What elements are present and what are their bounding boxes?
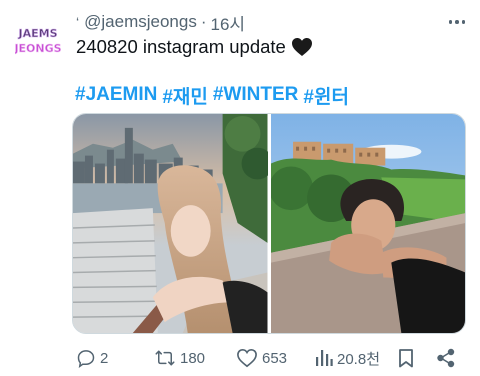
user-handle[interactable]: @jaemsjeongs [84,12,197,32]
retweet-count: 180 [180,349,206,367]
black-heart-icon [291,37,313,57]
tweet-header: ‘ @jaemsjeongs · 16시 [76,10,440,35]
avatar-logo: JAEMS JEONGS [15,27,61,56]
views-button[interactable]: 20.8천 [315,344,380,372]
hashtag-row: #JAEMIN #재민 #WINTER #윈터 [75,82,354,109]
photo-winter[interactable] [73,114,268,333]
bookmark-icon [397,348,415,368]
like-button[interactable]: 653 [236,344,287,372]
view-count: 20.8천 [337,350,380,368]
tweet-time[interactable]: 16시 [211,10,246,35]
bookmark-button[interactable] [397,344,415,372]
share-icon [436,348,456,368]
more-options-icon[interactable] [446,12,468,32]
reply-icon [76,348,96,368]
like-count: 653 [262,349,288,367]
photo-jaemin[interactable] [270,114,465,333]
tweet-text-body: 240820 instagram update [76,36,286,57]
separator-dot: · [200,12,207,31]
tweet-actions: 2 180 653 20.8천 [72,344,466,372]
avatar-text-line1: JAEMS [18,27,58,40]
hashtag-winter[interactable]: #WINTER [213,84,299,106]
share-button[interactable] [436,344,456,372]
retweet-button[interactable]: 180 [154,344,205,372]
heart-icon [236,348,258,368]
hashtag-jaemin-kr[interactable]: #재민 [162,82,208,109]
verified-glyph: ‘ [76,14,80,30]
avatar[interactable]: JAEMS JEONGS [14,18,62,66]
hashtag-jaemin[interactable]: #JAEMIN [75,84,157,106]
retweet-icon [154,348,176,368]
reply-button[interactable]: 2 [76,344,108,372]
views-chart-icon [315,348,333,368]
avatar-text-line2: JEONGS [15,42,61,55]
media-grid [72,113,466,334]
reply-count: 2 [100,349,109,367]
tweet-text: 240820 instagram update [76,35,313,59]
hashtag-winter-kr[interactable]: #윈터 [303,82,349,109]
